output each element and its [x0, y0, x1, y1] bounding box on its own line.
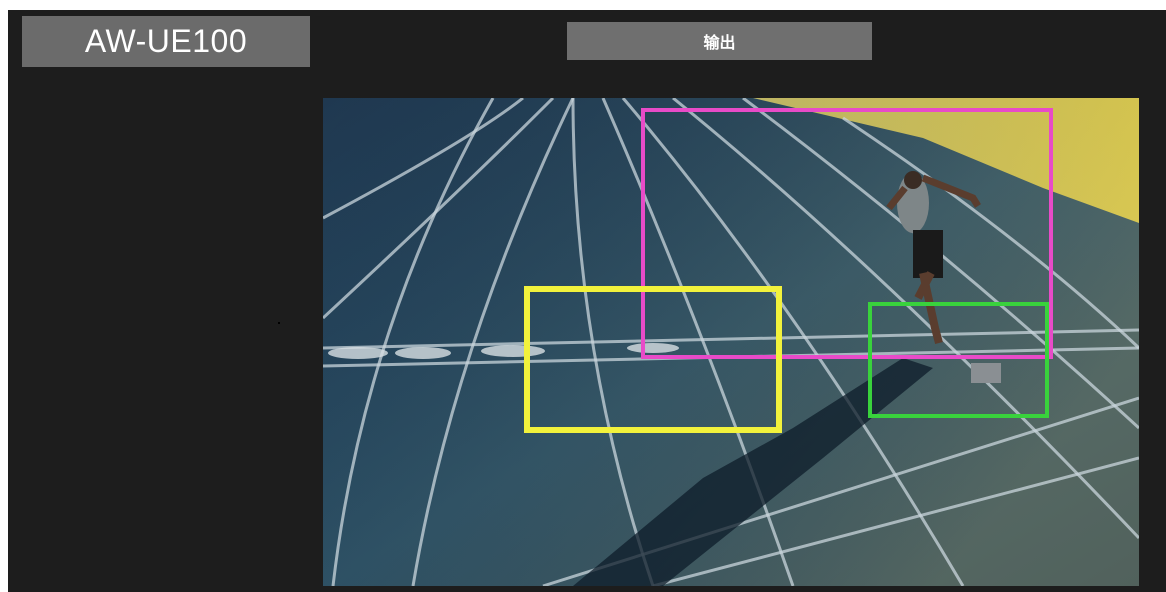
green-region-box[interactable] — [868, 302, 1049, 418]
marker-dot — [278, 322, 280, 324]
output-button-label: 输出 — [703, 33, 736, 52]
camera-model-text: AW-UE100 — [84, 23, 248, 59]
camera-model-label: AW-UE100 — [22, 16, 310, 67]
output-button[interactable]: 输出 — [567, 22, 872, 60]
yellow-region-box[interactable] — [524, 286, 782, 433]
